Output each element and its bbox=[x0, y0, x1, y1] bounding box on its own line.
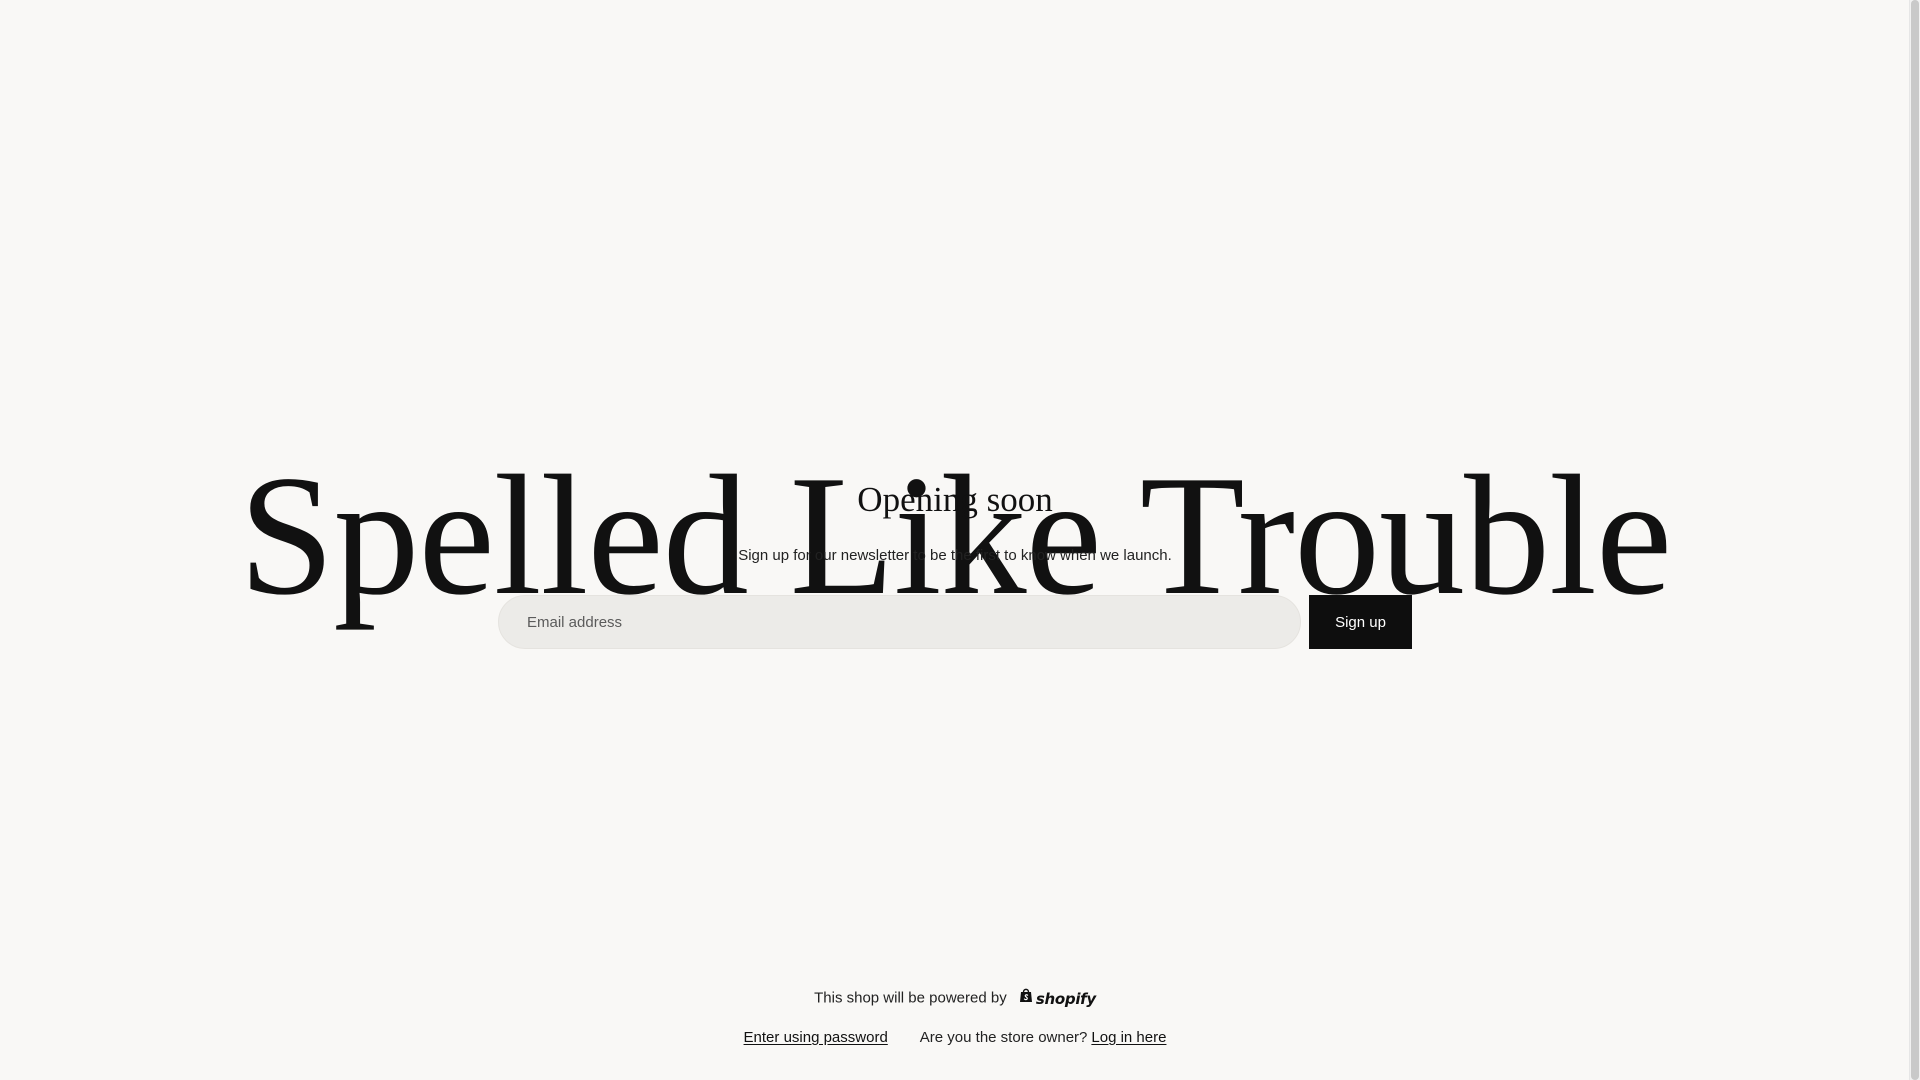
log-in-here-link[interactable]: Log in here bbox=[1091, 1027, 1166, 1049]
vertical-scrollbar[interactable] bbox=[1909, 0, 1920, 1080]
powered-by-row: This shop will be powered by shopify bbox=[0, 987, 1910, 1010]
scrollbar-thumb[interactable] bbox=[1911, 0, 1919, 1080]
enter-using-password-link[interactable]: Enter using password bbox=[744, 1027, 888, 1049]
newsletter-signup-form: Sign up bbox=[498, 595, 1413, 649]
powered-by-text: This shop will be powered by bbox=[814, 989, 1007, 1007]
store-owner-question: Are you the store owner? bbox=[919, 1029, 1088, 1046]
shopify-logo[interactable]: shopify bbox=[1019, 987, 1096, 1010]
opening-soon-subtitle: Opening soon bbox=[857, 480, 1053, 519]
email-input[interactable] bbox=[498, 595, 1301, 649]
shopify-wordmark: shopify bbox=[1035, 989, 1096, 1008]
shopify-bag-icon bbox=[1019, 987, 1033, 1010]
sign-up-button[interactable]: Sign up bbox=[1309, 595, 1412, 649]
newsletter-description: Sign up for our newsletter to be the fir… bbox=[738, 547, 1172, 564]
password-page: Spelled Like Trouble Opening soon Sign u… bbox=[0, 0, 1920, 1080]
footer-links: Enter using password Are you the store o… bbox=[0, 1027, 1910, 1049]
